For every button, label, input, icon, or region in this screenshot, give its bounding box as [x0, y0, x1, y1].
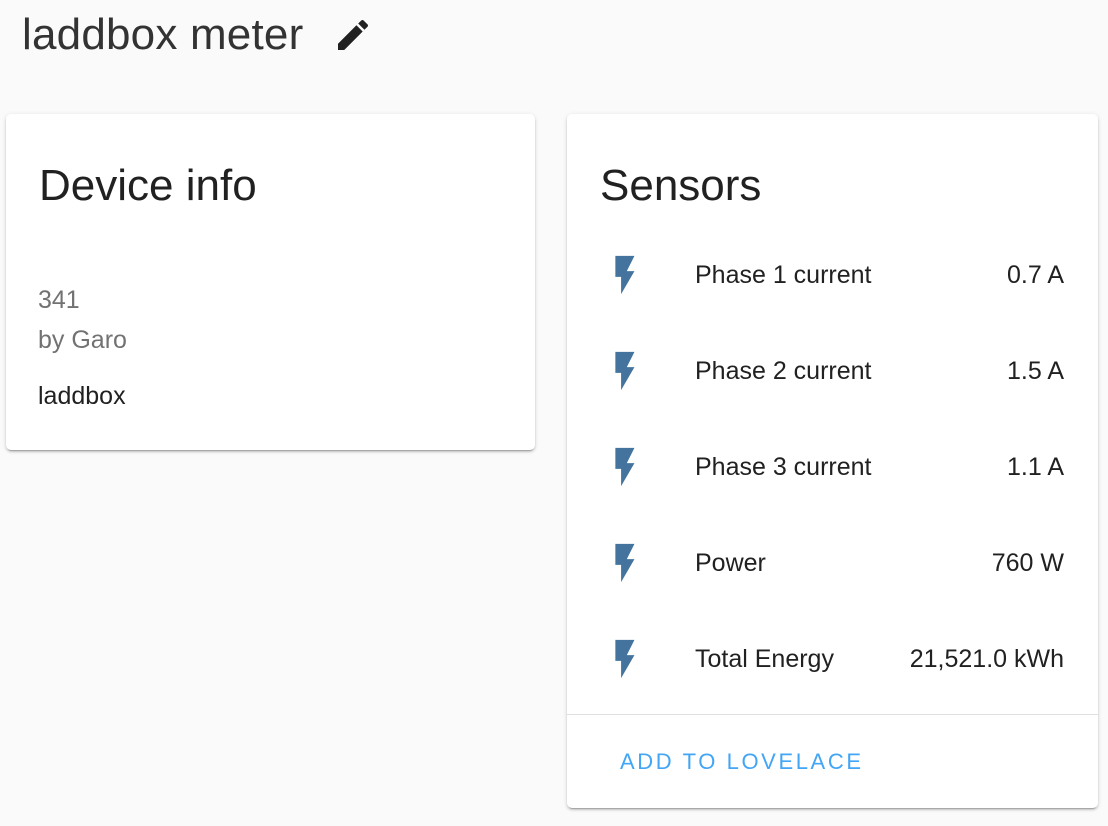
device-model: 341: [38, 286, 80, 314]
card-actions-divider: [567, 714, 1098, 715]
sensor-value: 21,521.0 kWh: [909, 644, 1064, 673]
sensor-label: Phase 3 current: [695, 452, 872, 481]
sensor-value: 1.1 A: [1007, 452, 1064, 481]
flash-icon: [607, 637, 639, 681]
sensors-title: Sensors: [600, 161, 762, 210]
add-to-lovelace-button[interactable]: ADD TO LOVELACE: [603, 732, 881, 792]
sensor-label: Total Energy: [695, 644, 834, 673]
sensor-value: 1.5 A: [1007, 356, 1064, 385]
sensor-row-power[interactable]: Power 760 W: [567, 533, 1098, 593]
sensor-label: Phase 2 current: [695, 356, 872, 385]
page-header: laddbox meter: [22, 6, 375, 64]
edit-name-button[interactable]: [331, 13, 375, 57]
flash-icon: [607, 349, 639, 393]
page-title: laddbox meter: [22, 10, 304, 59]
device-info-title: Device info: [39, 161, 257, 210]
sensor-label: Phase 1 current: [695, 260, 872, 289]
flash-icon: [607, 541, 639, 585]
device-name: laddbox: [38, 382, 126, 410]
sensor-row-phase-1-current[interactable]: Phase 1 current 0.7 A: [567, 245, 1098, 305]
device-manufacturer: by Garo: [38, 326, 127, 354]
flash-icon: [607, 253, 639, 297]
sensor-value: 0.7 A: [1007, 260, 1064, 289]
sensors-card: Sensors Phase 1 current 0.7 A Phase 2 cu…: [567, 114, 1098, 808]
sensor-row-total-energy[interactable]: Total Energy 21,521.0 kWh: [567, 629, 1098, 689]
pencil-icon: [338, 19, 369, 50]
sensor-label: Power: [695, 548, 766, 577]
sensor-row-phase-2-current[interactable]: Phase 2 current 1.5 A: [567, 341, 1098, 401]
sensor-row-phase-3-current[interactable]: Phase 3 current 1.1 A: [567, 437, 1098, 497]
sensor-value: 760 W: [991, 548, 1064, 577]
flash-icon: [607, 445, 639, 489]
device-info-card: Device info 341 by Garo laddbox: [6, 114, 535, 450]
